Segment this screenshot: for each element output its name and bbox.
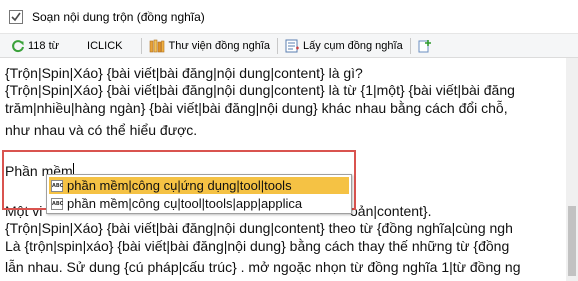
abc-icon: ABC	[51, 197, 63, 210]
toolbar-separator	[277, 37, 279, 54]
autocomplete-item[interactable]: ABC phần mềm|công cụ|tool|tools|app|appl…	[49, 195, 349, 212]
editor-line: Là {trộn|spin|xáo} {bài viết|bài đăng|nộ…	[5, 238, 510, 254]
iclick-button[interactable]: ICLICK	[84, 35, 125, 57]
scrollbar-thumb[interactable]	[568, 206, 576, 276]
editor-line: {Trộn|Spin|Xáo} {bài viết|bài đăng|nội d…	[5, 82, 515, 98]
library-label: Thư viện đồng nghĩa	[168, 39, 271, 52]
autocomplete-popup: ABC phần mềm|công cụ|ứng dụng|tool|tools…	[46, 174, 352, 214]
editor-line: lẫn nhau. Sử dung {cú pháp|cấu trúc} . m…	[5, 259, 521, 275]
get-phrase-label: Lấy cụm đồng nghĩa	[303, 39, 403, 52]
editor-line: {Trộn|Spin|Xáo} {bài viết|bài đăng|nội d…	[5, 220, 513, 236]
editor-line: như nhau và có thể hiểu được.	[5, 122, 198, 138]
add-icon	[418, 39, 431, 52]
refresh-icon	[12, 39, 24, 52]
vertical-scrollbar[interactable]	[566, 58, 578, 281]
editor-line: {Trộn|Spin|Xáo} {bài viết|bài đăng|nội d…	[5, 65, 363, 81]
more-button[interactable]	[415, 35, 438, 57]
editor-line: Một vi	[5, 203, 43, 219]
word-count-button[interactable]: 118 từ	[8, 35, 62, 57]
autocomplete-item-selected[interactable]: ABC phần mềm|công cụ|ứng dụng|tool|tools	[49, 177, 349, 194]
iclick-label: ICLICK	[87, 39, 123, 52]
editor-line-tail: oản|content}.	[350, 203, 432, 219]
toolbar-separator	[141, 37, 143, 54]
get-phrase-button[interactable]: Lấy cụm đồng nghĩa	[282, 35, 406, 57]
word-count-label: 118 từ	[28, 39, 60, 52]
title-bar: Soạn nội dung trộn (đồng nghĩa)	[0, 0, 578, 34]
app-icon	[9, 9, 23, 24]
toolbar-separator	[409, 37, 411, 54]
phrase-list-icon	[285, 39, 300, 52]
toolbar: 118 từ ICLICK Thư viện đồng nghĩa Lấy cụ…	[0, 34, 578, 58]
abc-icon: ABC	[51, 179, 63, 192]
autocomplete-item-text: phần mềm|công cụ|ứng dụng|tool|tools	[67, 178, 296, 193]
autocomplete-item-text: phần mềm|công cụ|tool|tools|app|applica	[67, 196, 303, 211]
content-editor[interactable]: {Trộn|Spin|Xáo} {bài viết|bài đăng|nội d…	[0, 58, 578, 281]
editor-line: trăm|nhiều|hàng ngàn} {bài viết|bài đăng…	[5, 100, 508, 116]
library-button[interactable]: Thư viện đồng nghĩa	[146, 35, 273, 57]
books-icon	[150, 39, 165, 52]
window-title: Soạn nội dung trộn (đồng nghĩa)	[32, 9, 205, 24]
